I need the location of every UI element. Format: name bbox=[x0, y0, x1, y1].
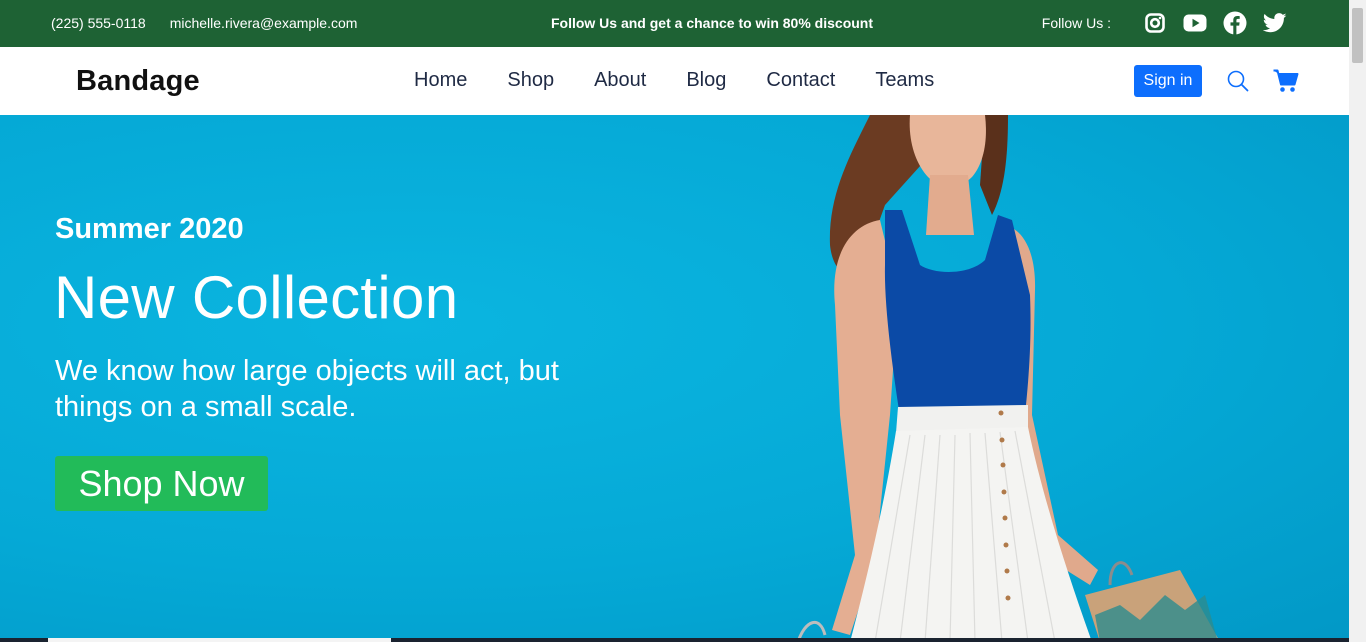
twitter-icon[interactable] bbox=[1263, 11, 1287, 35]
bottom-strip bbox=[0, 638, 1349, 642]
main-navbar: Bandage Home Shop About Blog Contact Tea… bbox=[0, 47, 1349, 115]
brand-logo[interactable]: Bandage bbox=[76, 65, 200, 98]
follow-us: Follow Us : bbox=[1042, 11, 1287, 35]
search-icon[interactable] bbox=[1227, 70, 1249, 92]
sign-in-button[interactable]: Sign in bbox=[1134, 65, 1202, 97]
shop-now-button[interactable]: Shop Now bbox=[55, 456, 268, 511]
follow-label: Follow Us : bbox=[1041, 15, 1111, 31]
page-scrollbar[interactable] bbox=[1349, 0, 1366, 642]
nav-link-contact[interactable]: Contact bbox=[766, 69, 835, 92]
nav-link-home[interactable]: Home bbox=[414, 69, 467, 92]
nav-link-about[interactable]: About bbox=[594, 69, 646, 92]
hero-headline: New Collection bbox=[54, 264, 459, 331]
nav-link-teams[interactable]: Teams bbox=[875, 69, 934, 92]
nav-link-shop[interactable]: Shop bbox=[507, 69, 554, 92]
facebook-icon[interactable] bbox=[1223, 11, 1247, 35]
hero-banner: Summer 2020 New Collection We know how l… bbox=[0, 115, 1349, 642]
main-menu: Home Shop About Blog Contact Teams bbox=[414, 69, 934, 92]
youtube-icon[interactable] bbox=[1183, 11, 1207, 35]
nav-link-blog[interactable]: Blog bbox=[686, 69, 726, 92]
instagram-icon[interactable] bbox=[1143, 11, 1167, 35]
hero-eyebrow: Summer 2020 bbox=[55, 213, 244, 245]
hero-tagline: We know how large objects will act, but … bbox=[55, 355, 559, 423]
scrollbar-thumb[interactable] bbox=[1352, 8, 1363, 63]
top-bar: (225) 555-0118 michelle.rivera@example.c… bbox=[0, 0, 1349, 47]
hero-model-image bbox=[796, 115, 1220, 642]
cart-icon[interactable] bbox=[1273, 69, 1299, 93]
